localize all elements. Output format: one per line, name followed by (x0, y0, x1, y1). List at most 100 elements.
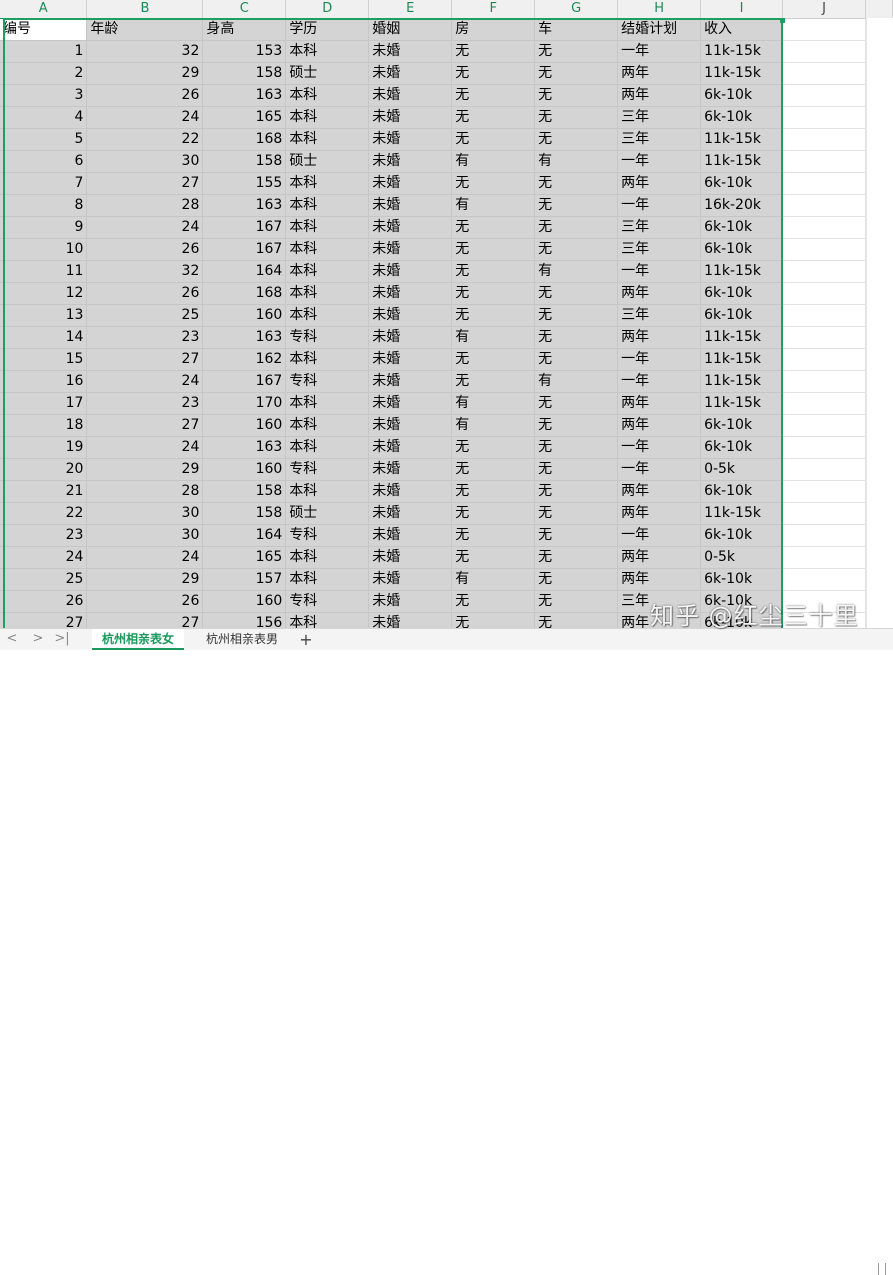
data-cell[interactable]: 25 (0, 568, 88, 591)
data-cell[interactable]: 30 (86, 502, 204, 525)
column-header-d[interactable]: D (285, 0, 370, 19)
data-cell[interactable]: 6k-10k (700, 436, 784, 459)
column-header-h[interactable]: H (617, 0, 702, 19)
data-cell[interactable]: 无 (534, 348, 619, 371)
data-cell[interactable]: 未婚 (368, 370, 453, 393)
data-cell[interactable]: 6k-10k (700, 282, 784, 305)
data-cell[interactable]: 未婚 (368, 326, 453, 349)
header-cell[interactable]: 编号 (0, 18, 88, 41)
empty-cell[interactable] (782, 260, 866, 283)
data-cell[interactable]: 24 (86, 546, 204, 569)
data-cell[interactable]: 无 (451, 260, 536, 283)
data-cell[interactable]: 0-5k (700, 458, 784, 481)
data-cell[interactable]: 无 (534, 480, 619, 503)
data-cell[interactable]: 30 (86, 524, 204, 547)
data-cell[interactable]: 11 (0, 260, 88, 283)
empty-cell[interactable] (782, 18, 866, 41)
empty-cell[interactable] (782, 480, 866, 503)
data-cell[interactable]: 未婚 (368, 568, 453, 591)
data-cell[interactable]: 硕士 (285, 502, 370, 525)
data-cell[interactable]: 无 (534, 436, 619, 459)
data-cell[interactable]: 28 (86, 480, 204, 503)
data-cell[interactable]: 163 (202, 326, 287, 349)
data-cell[interactable]: 3 (0, 84, 88, 107)
data-cell[interactable]: 168 (202, 128, 287, 151)
data-cell[interactable]: 6k-10k (700, 106, 784, 129)
vertical-scrollbar[interactable] (866, 18, 893, 628)
data-cell[interactable]: 11k-15k (700, 392, 784, 415)
data-cell[interactable]: 6 (0, 150, 88, 173)
data-cell[interactable]: 6k-10k (700, 216, 784, 239)
data-cell[interactable]: 167 (202, 370, 287, 393)
data-cell[interactable]: 两年 (617, 172, 702, 195)
data-cell[interactable]: 160 (202, 304, 287, 327)
data-cell[interactable]: 本科 (285, 282, 370, 305)
data-cell[interactable]: 165 (202, 546, 287, 569)
data-cell[interactable]: 硕士 (285, 62, 370, 85)
data-cell[interactable]: 未婚 (368, 348, 453, 371)
data-cell[interactable]: 无 (451, 128, 536, 151)
data-cell[interactable]: 无 (534, 128, 619, 151)
empty-cell[interactable] (782, 106, 866, 129)
data-cell[interactable]: 无 (451, 502, 536, 525)
header-cell[interactable]: 年龄 (86, 18, 204, 41)
data-cell[interactable]: 无 (451, 172, 536, 195)
data-cell[interactable]: 14 (0, 326, 88, 349)
data-cell[interactable]: 170 (202, 392, 287, 415)
empty-cell[interactable] (782, 172, 866, 195)
next-sheet-icon[interactable]: > (30, 631, 46, 647)
data-cell[interactable]: 11k-15k (700, 348, 784, 371)
data-cell[interactable]: 两年 (617, 546, 702, 569)
data-cell[interactable]: 21 (0, 480, 88, 503)
empty-cell[interactable] (782, 216, 866, 239)
empty-cell[interactable] (782, 524, 866, 547)
data-cell[interactable]: 2 (0, 62, 88, 85)
data-cell[interactable]: 未婚 (368, 282, 453, 305)
empty-cell[interactable] (782, 458, 866, 481)
data-cell[interactable]: 有 (451, 414, 536, 437)
last-sheet-icon[interactable]: >| (54, 631, 70, 647)
data-cell[interactable]: 1 (0, 40, 88, 63)
data-cell[interactable]: 两年 (617, 480, 702, 503)
data-cell[interactable]: 11k-15k (700, 260, 784, 283)
column-header-i[interactable]: I (700, 0, 784, 19)
header-cell[interactable]: 房 (451, 18, 536, 41)
data-cell[interactable]: 6k-10k (700, 84, 784, 107)
data-cell[interactable]: 24 (0, 546, 88, 569)
data-cell[interactable]: 三年 (617, 238, 702, 261)
data-cell[interactable]: 本科 (285, 612, 370, 628)
data-cell[interactable]: 本科 (285, 436, 370, 459)
data-cell[interactable]: 24 (86, 216, 204, 239)
data-cell[interactable]: 168 (202, 282, 287, 305)
column-header-b[interactable]: B (86, 0, 204, 19)
header-cell[interactable]: 收入 (700, 18, 784, 41)
data-cell[interactable]: 163 (202, 84, 287, 107)
data-cell[interactable]: 26 (0, 590, 88, 613)
data-cell[interactable]: 无 (451, 84, 536, 107)
data-cell[interactable]: 13 (0, 304, 88, 327)
header-cell[interactable]: 身高 (202, 18, 287, 41)
data-cell[interactable]: 6k-10k (700, 414, 784, 437)
data-cell[interactable]: 158 (202, 150, 287, 173)
data-cell[interactable]: 27 (86, 348, 204, 371)
data-cell[interactable]: 无 (451, 216, 536, 239)
data-cell[interactable]: 27 (86, 612, 204, 628)
data-cell[interactable]: 本科 (285, 546, 370, 569)
data-cell[interactable]: 无 (534, 502, 619, 525)
data-cell[interactable]: 本科 (285, 414, 370, 437)
data-cell[interactable]: 有 (451, 392, 536, 415)
data-cell[interactable]: 无 (451, 238, 536, 261)
data-cell[interactable]: 本科 (285, 128, 370, 151)
data-cell[interactable]: 专科 (285, 458, 370, 481)
data-cell[interactable]: 专科 (285, 524, 370, 547)
data-cell[interactable]: 未婚 (368, 150, 453, 173)
data-cell[interactable]: 本科 (285, 172, 370, 195)
sheet-table[interactable]: A B C D E F G H I J 编号 年龄 身高 学历 婚姻房车结婚计划 收入 1 32 153 本科 未婚无无… (0, 0, 893, 628)
data-cell[interactable]: 专科 (285, 370, 370, 393)
data-cell[interactable]: 162 (202, 348, 287, 371)
data-cell[interactable]: 4 (0, 106, 88, 129)
data-cell[interactable]: 28 (86, 194, 204, 217)
data-cell[interactable]: 6k-10k (700, 172, 784, 195)
data-cell[interactable]: 无 (451, 436, 536, 459)
data-cell[interactable]: 无 (451, 106, 536, 129)
